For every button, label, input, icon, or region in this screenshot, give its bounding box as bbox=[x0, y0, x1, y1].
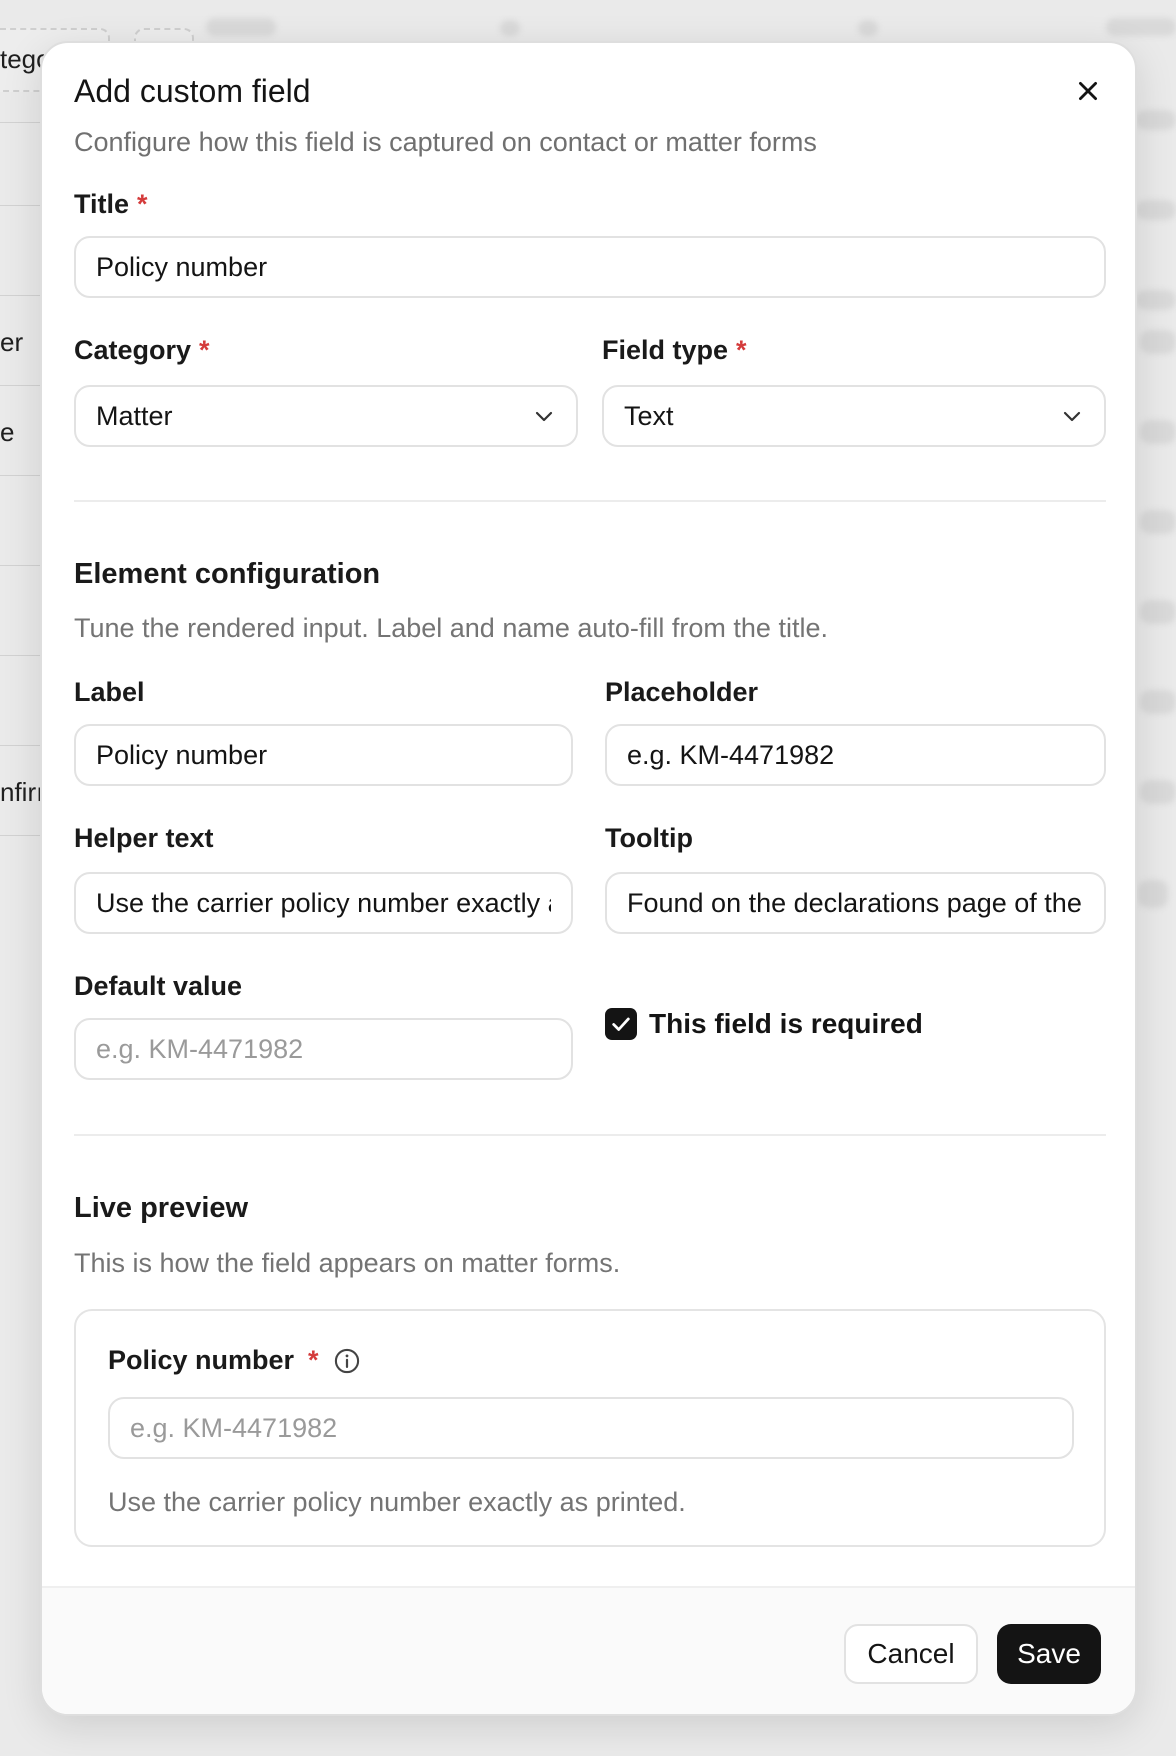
background-divider bbox=[0, 745, 40, 746]
title-input-value: Policy number bbox=[96, 251, 268, 282]
background-divider bbox=[0, 565, 40, 566]
close-button[interactable] bbox=[1068, 71, 1108, 111]
chevron-down-icon bbox=[1063, 411, 1081, 422]
default-value-input[interactable]: e.g. KM-4471982 bbox=[74, 1018, 573, 1080]
title-input[interactable]: Policy number bbox=[74, 236, 1106, 298]
preview-input[interactable]: e.g. KM-4471982 bbox=[108, 1397, 1074, 1459]
section-divider bbox=[74, 500, 1106, 502]
required-marker: * bbox=[308, 1345, 319, 1375]
modal-subtitle: Configure how this field is captured on … bbox=[74, 127, 817, 157]
label-field-label: Label bbox=[74, 677, 145, 707]
checkmark-icon bbox=[612, 1017, 630, 1031]
label-input[interactable]: Policy number bbox=[74, 724, 573, 786]
tooltip-input[interactable]: Found on the declarations page of the po… bbox=[605, 872, 1106, 934]
placeholder-input[interactable]: e.g. KM-4471982 bbox=[605, 724, 1106, 786]
background-divider bbox=[0, 835, 40, 836]
preview-field-label: Policy number * bbox=[108, 1345, 361, 1376]
info-icon[interactable] bbox=[333, 1347, 361, 1375]
background-text: tego bbox=[0, 44, 44, 74]
helper-text-label: Helper text bbox=[74, 823, 214, 853]
background-divider bbox=[0, 385, 40, 386]
category-label: Category * bbox=[74, 335, 210, 366]
live-preview-description: This is how the field appears on matter … bbox=[74, 1248, 621, 1278]
required-checkbox[interactable] bbox=[605, 1008, 637, 1040]
background-blur bbox=[1138, 880, 1168, 908]
required-marker: * bbox=[137, 189, 148, 219]
helper-text-input-value: Use the carrier policy number exactly as… bbox=[96, 887, 551, 918]
preview-field-label-text: Policy number bbox=[108, 1345, 295, 1375]
background-blur bbox=[1136, 200, 1176, 220]
cancel-button[interactable]: Cancel bbox=[844, 1624, 978, 1684]
background-blur bbox=[1136, 290, 1176, 310]
background-text: e bbox=[0, 417, 15, 447]
required-checkbox-row[interactable]: This field is required bbox=[605, 1008, 923, 1040]
chevron-down-icon bbox=[535, 411, 553, 422]
background-blur bbox=[1140, 600, 1176, 624]
default-value-placeholder: e.g. KM-4471982 bbox=[96, 1033, 304, 1064]
required-marker: * bbox=[199, 335, 210, 365]
background-blur bbox=[858, 20, 878, 36]
field-type-label-text: Field type bbox=[602, 335, 729, 365]
background-text: er bbox=[0, 327, 24, 357]
title-label-text: Title bbox=[74, 189, 130, 219]
background-divider bbox=[0, 295, 40, 296]
placeholder-input-value: e.g. KM-4471982 bbox=[627, 739, 835, 770]
modal-title: Add custom field bbox=[74, 73, 311, 109]
preview-helper-text: Use the carrier policy number exactly as… bbox=[108, 1487, 686, 1517]
category-label-text: Category bbox=[74, 335, 192, 365]
field-type-label: Field type * bbox=[602, 335, 747, 366]
preview-input-placeholder: e.g. KM-4471982 bbox=[130, 1412, 338, 1443]
tooltip-input-value: Found on the declarations page of the po… bbox=[627, 887, 1084, 918]
title-label: Title * bbox=[74, 189, 148, 220]
background-blur bbox=[1140, 510, 1176, 534]
background-divider bbox=[0, 655, 40, 656]
background-text: nfirı bbox=[0, 777, 44, 807]
element-config-description: Tune the rendered input. Label and name … bbox=[74, 613, 828, 643]
background-blur bbox=[1140, 330, 1176, 354]
field-type-select-value: Text bbox=[624, 400, 674, 431]
live-preview-card: Policy number * e.g. KM-4471982 Use the … bbox=[74, 1309, 1106, 1547]
background-blur bbox=[206, 18, 276, 36]
close-icon bbox=[1079, 82, 1097, 100]
background-blur bbox=[1106, 18, 1176, 36]
element-config-title: Element configuration bbox=[74, 558, 381, 590]
background-divider bbox=[0, 475, 40, 476]
save-button[interactable]: Save bbox=[997, 1624, 1101, 1684]
category-select[interactable]: Matter bbox=[74, 385, 578, 447]
background-divider bbox=[0, 122, 40, 123]
background-blur bbox=[1136, 110, 1176, 130]
background-divider bbox=[0, 205, 40, 206]
section-divider bbox=[74, 1134, 1106, 1136]
tooltip-label: Tooltip bbox=[605, 823, 693, 853]
label-input-value: Policy number bbox=[96, 739, 268, 770]
required-checkbox-label: This field is required bbox=[649, 1008, 923, 1039]
field-type-select[interactable]: Text bbox=[602, 385, 1106, 447]
placeholder-field-label: Placeholder bbox=[605, 677, 759, 707]
background-blur bbox=[500, 20, 520, 36]
background-blur bbox=[1140, 780, 1176, 804]
default-value-label: Default value bbox=[74, 971, 243, 1001]
category-select-value: Matter bbox=[96, 400, 173, 431]
required-marker: * bbox=[736, 335, 747, 365]
background-blur bbox=[1140, 690, 1176, 714]
helper-text-input[interactable]: Use the carrier policy number exactly as… bbox=[74, 872, 573, 934]
live-preview-title: Live preview bbox=[74, 1192, 249, 1224]
background-blur bbox=[1140, 420, 1176, 444]
add-custom-field-modal: Add custom field Configure how this fiel… bbox=[40, 41, 1137, 1716]
